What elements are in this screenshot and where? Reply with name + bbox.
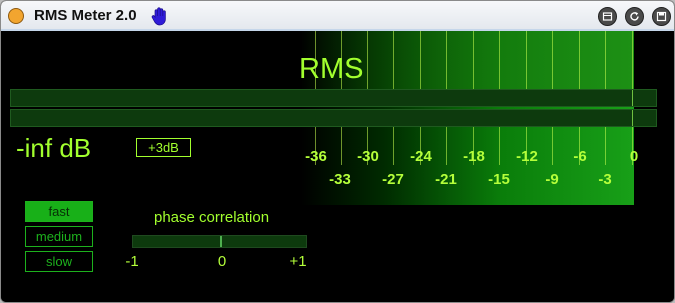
scale-gridline bbox=[499, 31, 500, 89]
pin-button[interactable] bbox=[598, 7, 617, 26]
rms-meter-window: RMS Meter 2.0 RMS -inf dB +3dB -36 -30 -… bbox=[0, 0, 675, 303]
phase-tick-label: 0 bbox=[217, 253, 227, 270]
scale-tick-label: -9 bbox=[545, 171, 559, 188]
scale-gridline bbox=[341, 127, 342, 165]
phase-tick-label: -1 bbox=[125, 253, 139, 270]
speed-slow-button[interactable]: slow bbox=[25, 251, 93, 272]
scale-gridline bbox=[473, 31, 474, 89]
scale-tick-label: -36 bbox=[305, 148, 327, 165]
scale-gridline bbox=[420, 31, 421, 89]
level-meter-left bbox=[10, 89, 657, 107]
scale-tick-label: -30 bbox=[357, 148, 379, 165]
refresh-button[interactable] bbox=[625, 7, 644, 26]
scale-gridline bbox=[632, 31, 633, 89]
window-status-icon[interactable] bbox=[8, 8, 24, 24]
scale-tick-label: 0 bbox=[629, 148, 639, 165]
scale-tick-label: -27 bbox=[382, 171, 404, 188]
scale-tick-label: -33 bbox=[329, 171, 351, 188]
phase-indicator bbox=[220, 236, 222, 247]
speed-medium-button[interactable]: medium bbox=[25, 226, 93, 247]
scale-tick-label: -21 bbox=[435, 171, 457, 188]
scale-tick-label: -24 bbox=[410, 148, 432, 165]
scale-gridline bbox=[552, 127, 553, 165]
boost-3db-toggle[interactable]: +3dB bbox=[136, 138, 191, 157]
scale-tick-label: -15 bbox=[488, 171, 510, 188]
level-meter-right bbox=[10, 109, 657, 127]
phase-correlation-label: phase correlation bbox=[154, 209, 270, 226]
speed-fast-button[interactable]: fast bbox=[25, 201, 93, 222]
phase-tick-label: +1 bbox=[289, 253, 307, 270]
scale-gridline bbox=[499, 127, 500, 165]
scale-gridline bbox=[367, 31, 368, 89]
scale-gridline bbox=[605, 31, 606, 89]
title-bar[interactable]: RMS Meter 2.0 bbox=[1, 1, 674, 31]
scale-tick-label: -3 bbox=[598, 171, 612, 188]
db-readout: -inf dB bbox=[16, 133, 92, 163]
scale-tick-label: -12 bbox=[516, 148, 538, 165]
device-panel: RMS -inf dB +3dB -36 -30 -24 -18 -12 -6 … bbox=[1, 31, 674, 302]
scale-gridline bbox=[526, 31, 527, 89]
scale-tick-label: -6 bbox=[573, 148, 587, 165]
scale-tick-label: -18 bbox=[463, 148, 485, 165]
window-title: RMS Meter 2.0 bbox=[34, 7, 137, 24]
phase-correlation-meter bbox=[132, 235, 307, 248]
scale-gridline bbox=[446, 127, 447, 165]
scale-gridline bbox=[605, 127, 606, 165]
peak-marker bbox=[632, 90, 633, 106]
scale-gridline bbox=[393, 31, 394, 89]
hand-icon[interactable] bbox=[151, 6, 169, 31]
scale-gridline bbox=[579, 31, 580, 89]
meter-label: RMS bbox=[299, 53, 364, 85]
peak-marker bbox=[632, 110, 633, 126]
scale-gridline bbox=[552, 31, 553, 89]
save-button[interactable] bbox=[652, 7, 671, 26]
scale-gridline bbox=[393, 127, 394, 165]
scale-gridline bbox=[446, 31, 447, 89]
